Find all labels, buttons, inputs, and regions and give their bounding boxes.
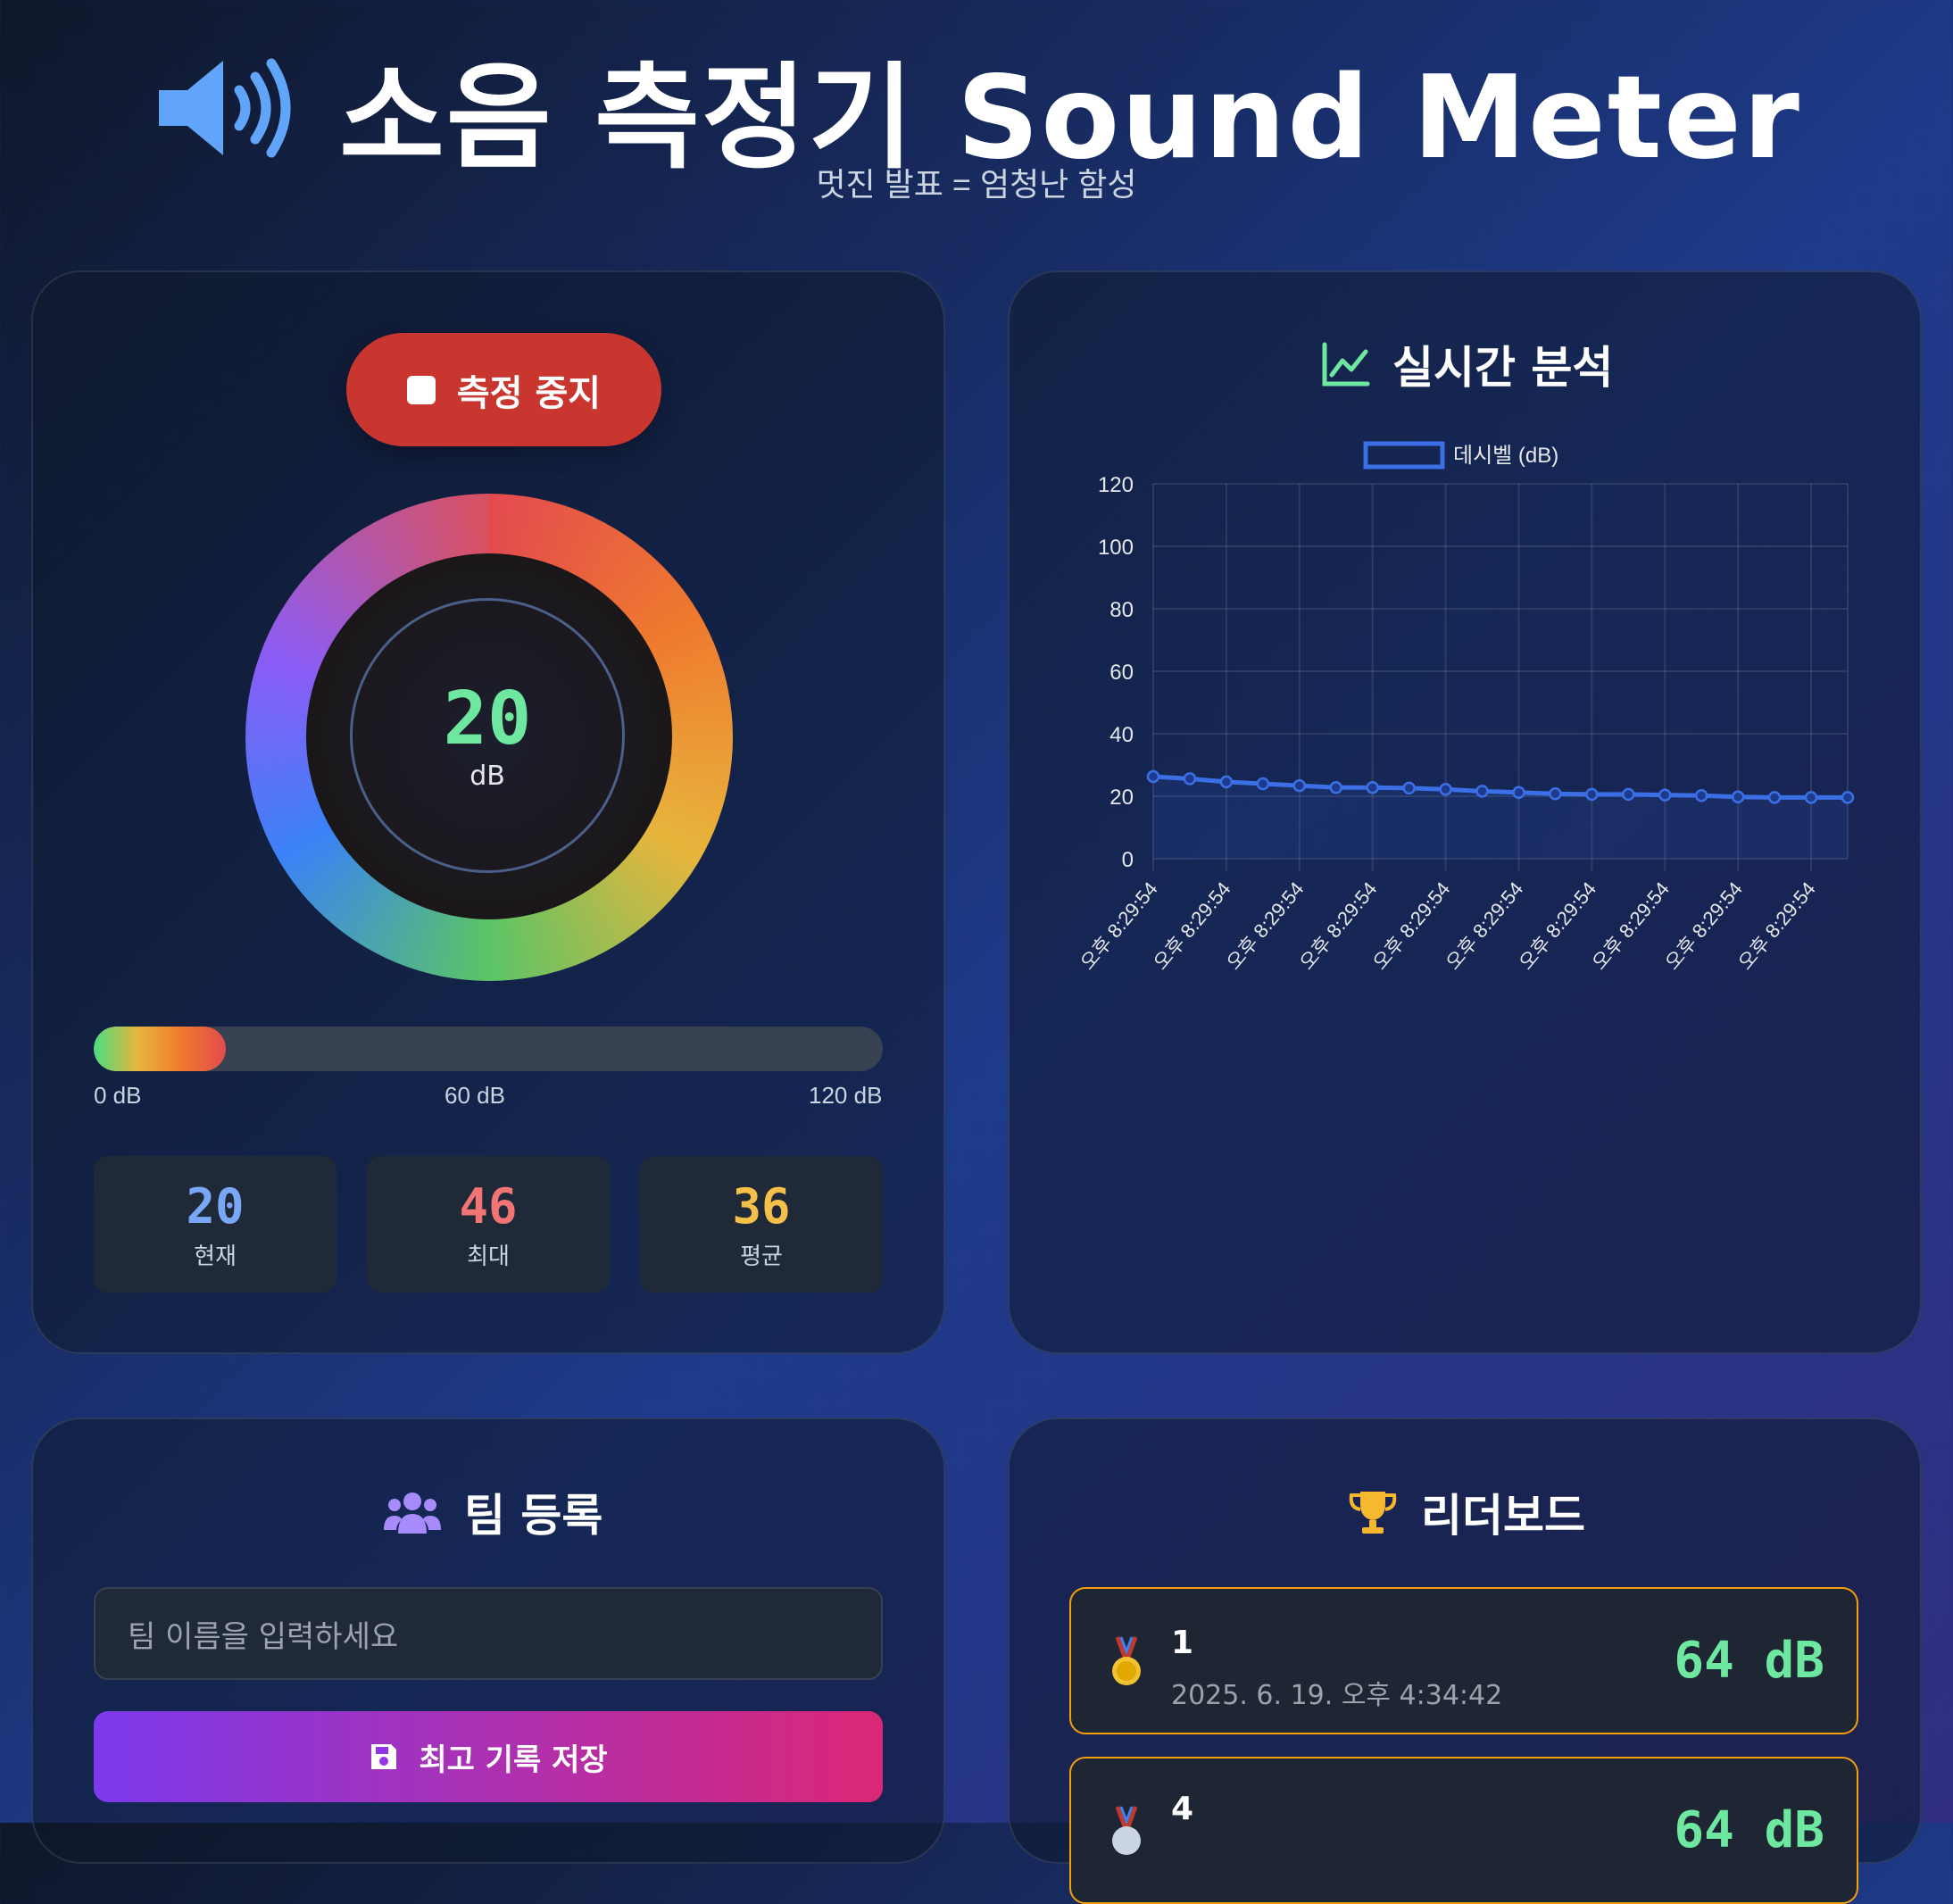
save-record-label: 최고 기록 저장 — [419, 1742, 608, 1778]
level-bar-fill — [94, 1027, 226, 1071]
y-tick-label: 100 — [1098, 536, 1134, 560]
chart-y-ticks: 0 20 40 60 80 100 120 — [1098, 473, 1134, 872]
stat-average-label: 평균 — [740, 1243, 783, 1270]
scale-mid-label: 60 dB — [445, 1082, 505, 1109]
data-point — [1256, 777, 1270, 791]
data-point — [1585, 787, 1599, 802]
page-subtitle: 멋진 발표 = 엄청난 함성 — [816, 166, 1137, 203]
stat-max-value: 46 — [459, 1177, 518, 1235]
data-point — [1767, 791, 1782, 804]
legend-label: 데시벨 (dB) — [1453, 444, 1558, 468]
gauge-value: 20 — [443, 677, 532, 761]
leaderboard-title-label: 리더보드 — [1421, 1490, 1585, 1542]
data-point — [1841, 791, 1855, 804]
stat-current: 20 현재 — [94, 1156, 337, 1293]
y-tick-label: 60 — [1109, 661, 1134, 685]
leaderboard-date: 2025. 6. 19. 오후 4:34:42 — [1171, 1680, 1503, 1711]
stat-current-label: 현재 — [194, 1243, 237, 1270]
floppy-disk-icon — [371, 1744, 397, 1769]
data-point — [1694, 789, 1708, 802]
chart-x-ticks: 오후 8:29:54오후 8:29:54오후 8:29:54오후 8:29:54… — [1076, 877, 1820, 974]
y-tick-label: 80 — [1109, 598, 1134, 622]
scale-min-label: 0 dB — [94, 1082, 142, 1109]
team-title-label: 팀 등록 — [464, 1490, 603, 1542]
speaker-volume-icon — [159, 58, 291, 157]
series-area — [1153, 776, 1848, 859]
data-point — [1219, 775, 1234, 789]
data-point — [1402, 781, 1416, 795]
team-name-placeholder: 팀 이름을 입력하세요 — [128, 1618, 399, 1655]
leaderboard-entry[interactable]: 1 2025. 6. 19. 오후 4:34:42 64 dB — [1069, 1587, 1858, 1734]
data-point — [1731, 790, 1745, 803]
data-point — [1146, 769, 1160, 784]
gold-medal-icon — [1112, 1636, 1141, 1685]
data-point — [1439, 783, 1452, 796]
team-name-input[interactable]: 팀 이름을 입력하세요 — [94, 1587, 883, 1680]
data-point — [1475, 785, 1489, 798]
data-point — [1804, 791, 1818, 804]
stat-average: 36 평균 — [640, 1156, 883, 1293]
y-tick-label: 0 — [1122, 848, 1134, 872]
data-point — [1622, 787, 1635, 802]
stop-button-label: 측정 중지 — [456, 372, 602, 414]
data-point — [1183, 772, 1197, 786]
leaderboard-score: 64 dB — [1674, 1632, 1824, 1690]
trophy-icon — [1349, 1492, 1397, 1534]
scale-max-label: 120 dB — [809, 1082, 883, 1109]
team-title: 팀 등록 — [382, 1480, 603, 1544]
y-tick-label: 20 — [1109, 786, 1134, 810]
gauge-unit: dB — [470, 761, 505, 792]
leaderboard-title: 리더보드 — [1346, 1480, 1585, 1544]
header: 소음 측정기 Sound Meter 멋진 발표 = 엄청난 함성 — [0, 0, 1953, 214]
users-icon — [384, 1492, 441, 1534]
legend-swatch — [1363, 441, 1445, 470]
leaderboard-rank: 4 — [1171, 1791, 1194, 1827]
leaderboard-rank: 1 — [1171, 1625, 1194, 1661]
stop-icon — [406, 375, 436, 404]
stat-current-value: 20 — [186, 1177, 245, 1235]
stat-max-label: 최대 — [467, 1243, 510, 1270]
y-tick-label: 40 — [1109, 723, 1134, 747]
level-bar — [94, 1027, 883, 1071]
stat-max: 46 최대 — [367, 1156, 610, 1293]
data-point — [1329, 780, 1342, 794]
medal-icon — [1112, 1806, 1141, 1855]
data-point — [1512, 786, 1525, 800]
save-record-button[interactable]: 최고 기록 저장 — [94, 1711, 883, 1802]
chart-legend: 데시벨 (dB) — [1363, 441, 1558, 470]
leaderboard-score: 64 dB — [1674, 1801, 1824, 1859]
y-tick-label: 120 — [1098, 473, 1134, 497]
decibel-chart: 데시벨 (dB) 0 20 40 60 80 100 120 오후 8:29:54오후 8:… — [1076, 441, 1855, 974]
data-point — [1292, 778, 1307, 793]
leaderboard-entry[interactable]: 4 64 dB — [1069, 1757, 1858, 1904]
data-point — [1658, 788, 1672, 802]
stat-average-value: 36 — [732, 1177, 791, 1235]
chart-series — [1146, 769, 1855, 859]
data-point — [1366, 780, 1379, 794]
x-tick-label: 오후 8:29:54 — [1734, 877, 1820, 974]
data-point — [1549, 786, 1562, 801]
stop-measure-button[interactable]: 측정 중지 — [346, 333, 661, 446]
